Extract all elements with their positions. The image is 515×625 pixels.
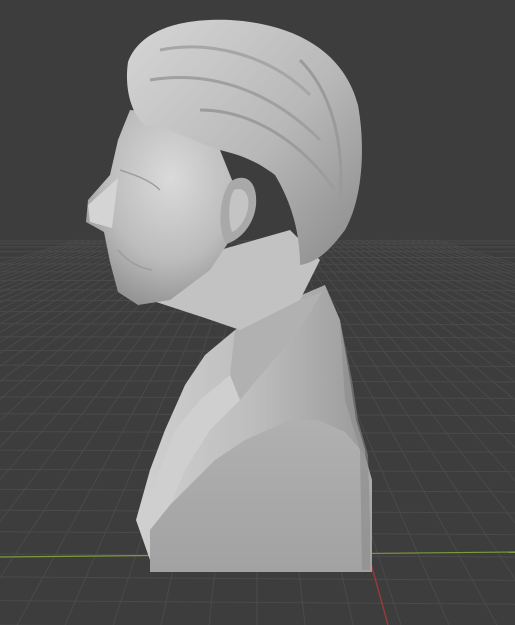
grid-line [388, 239, 515, 294]
viewport-canvas[interactable] [0, 0, 515, 625]
grid-line [400, 239, 515, 285]
grid-line [0, 239, 132, 298]
grid-line [424, 239, 515, 270]
grid-line [0, 239, 102, 277]
grid-line [364, 239, 515, 317]
y-axis-line [369, 559, 389, 625]
grid-line [0, 239, 126, 293]
grid-line [0, 239, 108, 280]
grid-line [0, 239, 114, 284]
bust-model[interactable] [86, 19, 372, 572]
grid-line [382, 239, 515, 299]
grid-line [394, 239, 515, 289]
3d-viewport[interactable] [0, 0, 515, 625]
grid-line [406, 239, 515, 281]
